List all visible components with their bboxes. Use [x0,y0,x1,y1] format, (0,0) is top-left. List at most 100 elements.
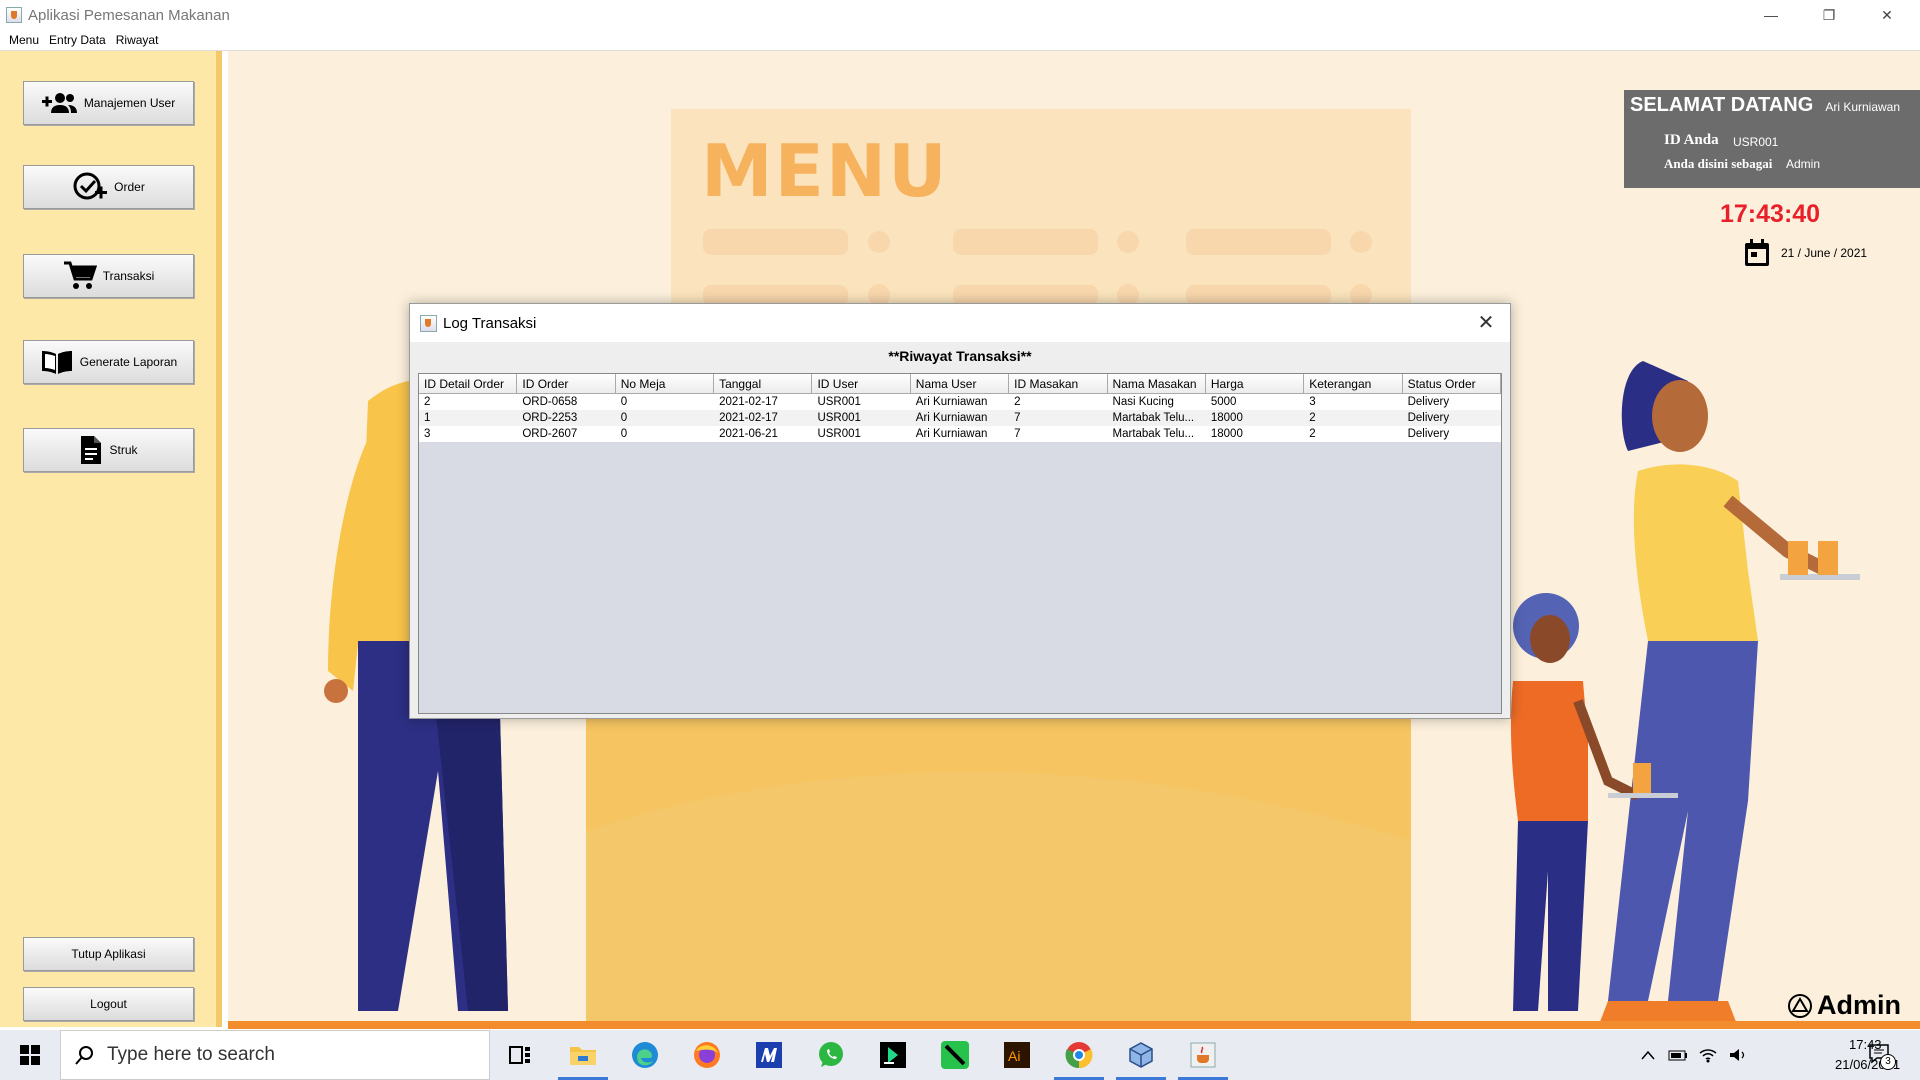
volume-icon[interactable] [1728,1047,1748,1063]
svg-text:Ai: Ai [1008,1048,1020,1064]
column-header[interactable]: Status Order [1403,374,1501,393]
tutup-aplikasi-button[interactable]: Tutup Aplikasi [23,937,194,971]
table-cell: USR001 [817,396,861,408]
table-cell: Martabak Telu... [1112,428,1195,440]
start-button[interactable] [0,1030,60,1080]
column-header[interactable]: Keterangan [1304,374,1403,393]
column-header[interactable]: ID Order [517,374,616,393]
logout-button[interactable]: Logout [23,987,194,1021]
document-icon [81,436,102,464]
column-header[interactable]: ID User [812,374,911,393]
menu-item-riwayat[interactable]: Riwayat [116,33,159,47]
table-row[interactable]: 3 ORD-2607 0 2021-06-21 USR001 Ari Kurni… [419,426,1501,442]
chrome-icon[interactable] [1054,1030,1104,1080]
check-plus-icon [73,172,108,200]
struk-button[interactable]: Struk [23,428,194,472]
table-cell: Delivery [1407,412,1450,424]
minimize-button[interactable]: — [1742,0,1800,30]
table-cell: Delivery [1407,396,1450,408]
table-cell: 2021-06-21 [719,428,778,440]
table-row[interactable]: 2 ORD-0658 0 2021-02-17 USR001 Ari Kurni… [419,394,1501,410]
column-header[interactable]: Harga [1206,374,1305,393]
table-header: ID Detail Order ID Order No Meja Tanggal… [419,374,1501,394]
table-cell: Ari Kurniawan [915,412,988,424]
java-app-icon [420,314,437,332]
menu-item-entry-data[interactable]: Entry Data [49,33,106,47]
m-app-icon[interactable] [744,1030,794,1080]
table-cell: 2 [1309,412,1316,424]
firefox-icon[interactable] [682,1030,732,1080]
log-transaksi-dialog: Log Transaksi ✕ **Riwayat Transaksi** ID… [409,303,1511,719]
clock-date: 21 / June / 2021 [1781,246,1868,260]
generate-laporan-button[interactable]: Generate Laporan [23,340,194,384]
file-explorer-icon[interactable] [558,1030,608,1080]
sidebar-button-label: Struk [109,443,138,457]
calendar-icon [1745,239,1769,266]
table-cell: 7 [1014,428,1021,440]
menu-item-menu[interactable]: Menu [9,33,39,47]
wifi-icon[interactable] [1698,1047,1718,1063]
table-cell: 0 [620,396,628,408]
table-cell: 18000 [1210,412,1243,424]
taskbar-search[interactable]: Type here to search [60,1030,490,1080]
illustrator-icon[interactable]: Ai [992,1030,1042,1080]
table-cell: 2 [1014,396,1021,408]
table-cell: 18000 [1210,428,1243,440]
footer-stripe [228,1021,1920,1029]
transaksi-button[interactable]: Transaksi [23,254,194,298]
column-header[interactable]: Tanggal [714,374,813,393]
manajemen-user-button[interactable]: Manajemen User [23,81,194,125]
window-title: Aplikasi Pemesanan Makanan [28,6,230,24]
virtualbox-icon[interactable] [1116,1030,1166,1080]
table-cell: USR001 [817,412,861,424]
column-header[interactable]: No Meja [616,374,715,393]
welcome-user-name: Ari Kurniawan [1825,100,1901,114]
order-button[interactable]: Order [23,165,194,209]
chevron-up-icon[interactable] [1640,1049,1656,1061]
clock-time: 17:43:40 [1720,200,1821,228]
table-cell: ORD-0658 [522,396,578,408]
table-cell: Ari Kurniawan [915,396,988,408]
green-app-icon[interactable] [930,1030,980,1080]
java-app-icon [6,7,22,23]
table-cell: Delivery [1407,428,1450,440]
table-cell: 5000 [1210,396,1237,408]
column-header[interactable]: ID Detail Order [419,374,518,393]
sidebar-button-label: Order [114,180,145,194]
dialog-close-icon[interactable]: ✕ [1474,310,1498,334]
column-header[interactable]: ID Masakan [1009,374,1108,393]
notification-center-icon[interactable]: 3 [1868,1042,1896,1070]
whatsapp-icon[interactable] [806,1030,856,1080]
welcome-panel: SELAMAT DATANG Ari Kurniawan ID Anda USR… [1624,90,1920,188]
table-cell: 7 [1014,412,1021,424]
table-row[interactable]: 1 ORD-2253 0 2021-02-17 USR001 Ari Kurni… [419,410,1501,426]
sidebar-button-label: Manajemen User [83,96,176,110]
role-label: Anda disini sebagai [1664,156,1773,171]
dialog-title: Log Transaksi [443,314,537,332]
table-cell: 2 [1309,428,1316,440]
table-cell: ORD-2607 [522,428,578,440]
task-view-icon[interactable] [495,1030,545,1080]
id-label: ID Anda [1664,132,1719,148]
edge-browser-icon[interactable] [620,1030,670,1080]
add-user-icon [41,93,77,113]
maximize-button[interactable]: ❐ [1800,0,1858,30]
welcome-greeting: SELAMAT DATANG [1630,94,1814,116]
sidebar-button-label: Generate Laporan [79,355,178,369]
column-header[interactable]: Nama User [911,374,1010,393]
system-tray [1640,1030,1748,1080]
column-header[interactable]: Nama Masakan [1108,374,1206,393]
table-cell: 2021-02-17 [719,412,778,424]
dialog-heading: **Riwayat Transaksi** [888,348,1032,364]
menu-bar: Menu Entry Data Riwayat [0,30,1920,51]
table-cell: 0 [620,412,628,424]
transaction-table[interactable]: ID Detail Order ID Order No Meja Tanggal… [418,373,1502,714]
table-cell: Ari Kurniawan [915,428,988,440]
close-button[interactable]: ✕ [1858,0,1916,30]
java-taskbar-icon[interactable] [1178,1030,1228,1080]
table-cell: 2021-02-17 [719,396,778,408]
battery-icon[interactable] [1668,1049,1688,1061]
pycharm-icon[interactable] [868,1030,918,1080]
dialog-titlebar: Log Transaksi ✕ [410,304,1510,342]
admin-brand-label: Admin [1817,990,1901,1020]
